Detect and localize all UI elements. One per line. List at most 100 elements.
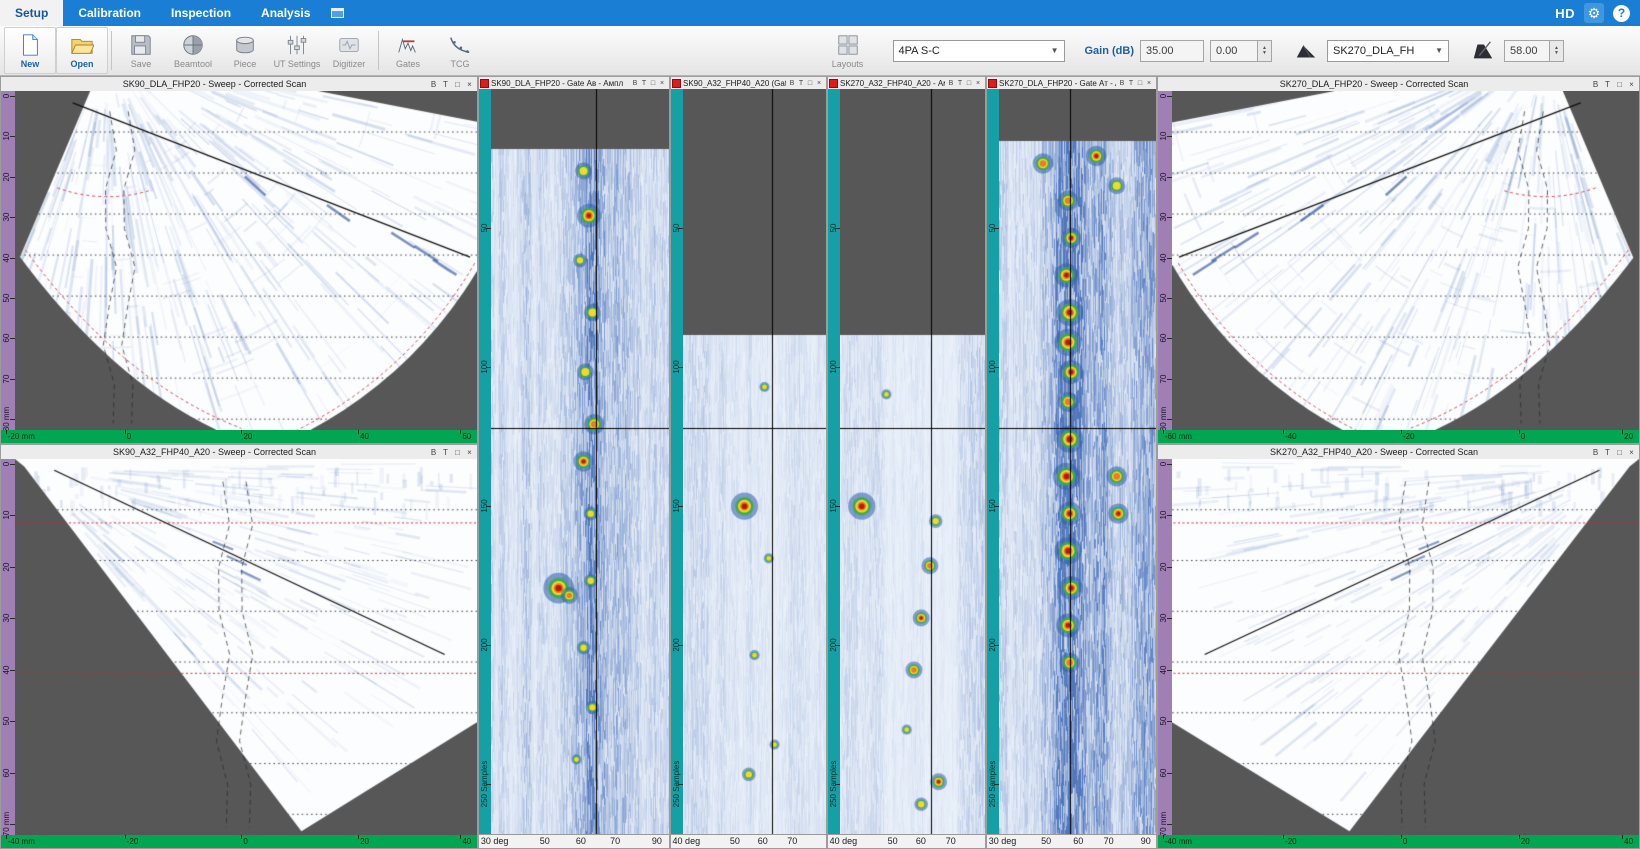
view-close-button[interactable]: × (1145, 78, 1153, 89)
ruler-tick-label: 250 Samples (672, 761, 681, 808)
view-restore-button[interactable]: □ (806, 78, 814, 89)
open-button[interactable]: Open (56, 27, 108, 74)
probe-select[interactable]: SK270_DLA_FH ▼ (1327, 40, 1449, 62)
view-restore-button[interactable]: □ (1614, 79, 1625, 90)
help-icon[interactable]: ? (1613, 5, 1630, 22)
view-t-button[interactable]: T (1602, 447, 1613, 458)
save-button[interactable]: Save (115, 27, 167, 74)
ut-settings-button[interactable]: UT Settings (271, 27, 323, 74)
ruler-tick-label: 70 (1159, 374, 1168, 383)
axis-tick-label: 70 (946, 836, 956, 846)
gain-label: Gain (dB) (1085, 45, 1135, 57)
layouts-button[interactable]: Layouts (822, 31, 874, 70)
view-close-button[interactable]: × (815, 78, 823, 89)
view-t-button[interactable]: T (956, 78, 964, 89)
ruler-tick-label: 60 (1159, 768, 1168, 777)
strip-scan-canvas[interactable] (683, 89, 826, 834)
menu-tab-calibration[interactable]: Calibration (63, 0, 156, 26)
strip-scan-canvas[interactable] (999, 89, 1156, 834)
view-b-button[interactable]: B (1118, 78, 1126, 89)
digitizer-button[interactable]: Digitizer (323, 27, 375, 74)
sector-scan-canvas[interactable] (1172, 459, 1639, 835)
view-close-button[interactable]: × (464, 79, 475, 90)
workspace: SK90_DLA_FHP20 - Sweep - Corrected ScanB… (0, 76, 1640, 849)
view-b-button[interactable]: B (1590, 447, 1601, 458)
ruler-tick-label: 30 (1159, 614, 1168, 623)
ruler-tick-mark (125, 430, 126, 434)
samples-ruler: 50100150200250 Samples (987, 89, 999, 834)
view-title: SK90_DLA_FHP20 - Sweep - Corrected Scan (1, 79, 428, 89)
layout-select[interactable]: 4PA S-C ▼ (893, 40, 1065, 62)
view-title: SK270_A32_FHP40_A20 - Ампл (840, 79, 945, 88)
ruler-tick-label: 0 (243, 837, 247, 846)
scan-area[interactable] (999, 89, 1156, 834)
view-close-button[interactable]: × (658, 78, 666, 89)
view-t-button[interactable]: T (440, 447, 451, 458)
view-close-button[interactable]: × (464, 447, 475, 458)
ruler-tick-mark (125, 835, 126, 839)
piece-button[interactable]: Piece (219, 27, 271, 74)
menu-tab-inspection[interactable]: Inspection (156, 0, 246, 26)
view-restore-button[interactable]: □ (452, 79, 463, 90)
menu-tab-analysis[interactable]: Analysis (246, 0, 325, 26)
window-buttons: BT□× (1590, 79, 1639, 90)
scan-area[interactable] (840, 89, 985, 834)
view-close-button[interactable]: × (1626, 447, 1637, 458)
ruler-tick-label: 250 Samples (829, 761, 838, 808)
strip-scan-canvas[interactable] (491, 89, 669, 834)
gain-offset-field[interactable]: 0.00 (1210, 40, 1258, 62)
scan-area[interactable] (683, 89, 826, 834)
scan-area[interactable] (1172, 459, 1639, 835)
view-t-button[interactable]: T (797, 78, 805, 89)
view-b-button[interactable]: B (428, 79, 439, 90)
sector-scan-canvas[interactable] (1172, 91, 1639, 430)
hd-label: HD (1555, 6, 1575, 21)
view-b-button[interactable]: B (631, 78, 639, 89)
view-restore-button[interactable]: □ (649, 78, 657, 89)
ruler-tick-label: 50 (2, 293, 11, 302)
view-restore-button[interactable]: □ (965, 78, 973, 89)
new-button[interactable]: New (4, 27, 56, 74)
tcg-button[interactable]: TCG (434, 27, 486, 74)
angle-field[interactable]: 58.00 (1504, 40, 1550, 62)
samples-ruler: 50100150200250 Samples (479, 89, 491, 834)
digitizer-icon (336, 32, 362, 58)
view-b-button[interactable]: B (428, 447, 439, 458)
toolbar-right: Layouts 4PA S-C ▼ Gain (dB) 35.00 0.00 ▲… (822, 27, 1637, 74)
view-restore-button[interactable]: □ (452, 447, 463, 458)
angle-spinner[interactable]: ▲▼ (1550, 40, 1564, 62)
view-close-button[interactable]: × (974, 78, 982, 89)
scan-area[interactable] (15, 91, 477, 430)
scan-area[interactable] (1172, 91, 1639, 430)
scan-area[interactable] (491, 89, 669, 834)
alarm-indicator-icon (829, 79, 838, 88)
view-t-button[interactable]: T (440, 79, 451, 90)
view-t-button[interactable]: T (640, 78, 648, 89)
view-restore-button[interactable]: □ (1614, 447, 1625, 458)
scan-area[interactable] (15, 459, 477, 835)
toolbar-button-label: Open (70, 59, 93, 69)
toolbar-button-label: Beamtool (174, 59, 212, 69)
gain-value-field[interactable]: 35.00 (1140, 40, 1204, 62)
depth-ruler: 010203040506070 mm (1, 459, 15, 835)
sector-scan-canvas[interactable] (15, 91, 477, 430)
view-b-button[interactable]: B (788, 78, 796, 89)
ruler-tick-label: 20 (2, 172, 11, 181)
view-body: 010203040506070 mm (1, 459, 477, 835)
view-b-button[interactable]: B (947, 78, 955, 89)
sector-scan-canvas[interactable] (15, 459, 477, 835)
view-t-button[interactable]: T (1127, 78, 1135, 89)
view-close-button[interactable]: × (1626, 79, 1637, 90)
beamtool-button[interactable]: Beamtool (167, 27, 219, 74)
view-b-button[interactable]: B (1590, 79, 1601, 90)
ruler-tick-mark (1519, 430, 1520, 434)
menu-tab-setup[interactable]: Setup (0, 0, 63, 26)
gates-button[interactable]: Gates (382, 27, 434, 74)
floating-window-icon[interactable] (325, 0, 349, 26)
view-t-button[interactable]: T (1602, 79, 1613, 90)
strip-scan-canvas[interactable] (840, 89, 985, 834)
gain-offset-spinner[interactable]: ▲▼ (1258, 40, 1272, 62)
gates-icon (395, 32, 421, 58)
view-restore-button[interactable]: □ (1136, 78, 1144, 89)
gear-icon[interactable]: ⚙ (1584, 3, 1604, 23)
